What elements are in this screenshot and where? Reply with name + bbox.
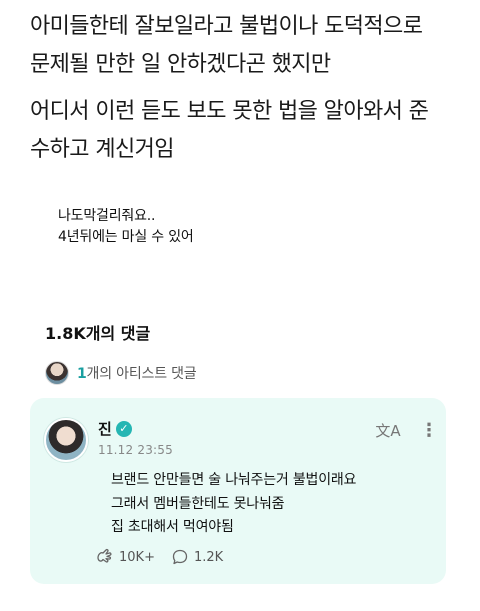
- artist-comments-filter[interactable]: 1개의 아티스트 댓글: [45, 360, 197, 386]
- translate-icon[interactable]: 文A: [375, 420, 401, 442]
- like-button[interactable]: 10K+: [94, 547, 155, 567]
- cheer-icon: [97, 548, 112, 563]
- comment-body-line-1: 브랜드 안만들면 술 나눠주는거 불법이래요: [111, 472, 357, 488]
- artist-comments-label: 1개의 아티스트 댓글: [77, 363, 197, 383]
- quoted-comment-line-1: 나도막걸리줘요..: [58, 208, 156, 224]
- like-count: 10K+: [119, 549, 155, 565]
- screen: 아미들한테 잘보일라고 불법이나 도덕적으로 문제될 만한 일 안하겠다곤 했지…: [0, 0, 480, 611]
- comment-body-line-3: 집 초대해서 먹여야됨: [111, 519, 234, 535]
- more-options-icon[interactable]: ⋮: [420, 420, 438, 442]
- comment-timestamp: 11.12 23:55: [98, 443, 173, 457]
- verified-badge-icon: ✓: [115, 420, 132, 437]
- artist-comment-card: 진 ✓ 11.12 23:55 文A ⋮ 브랜드 안만들면 술 나눠주는거 불법…: [30, 398, 446, 584]
- quoted-comment-line-2: 4년뒤에는 마실 수 있어: [58, 229, 194, 245]
- comment-actions: 10K+ 1.2K: [94, 545, 223, 569]
- reply-bubble-icon: [172, 549, 188, 565]
- caption-line-2: 문제될 만한 일 안하겠다곤 했지만: [30, 52, 331, 77]
- reply-button[interactable]: 1.2K: [171, 548, 223, 566]
- artist-comment-count: 1: [77, 366, 87, 382]
- caption-line-1: 아미들한테 잘보일라고 불법이나 도덕적으로: [30, 14, 423, 39]
- author-avatar[interactable]: [44, 418, 88, 462]
- reply-count: 1.2K: [193, 549, 224, 565]
- artist-comment-suffix: 개의 아티스트 댓글: [86, 366, 197, 382]
- comment-body-line-2: 그래서 멤버들한테도 못나눠줌: [111, 496, 285, 512]
- caption-line-4: 수하고 계신거임: [30, 137, 174, 162]
- caption-line-3: 어디서 이런 듣도 보도 못한 법을 알아와서 준: [30, 99, 429, 124]
- author-name: 진: [98, 420, 112, 438]
- artist-avatar: [45, 361, 69, 385]
- comment-count: 1.8K개의 댓글: [45, 324, 151, 343]
- author-name-row[interactable]: 진 ✓: [98, 418, 132, 439]
